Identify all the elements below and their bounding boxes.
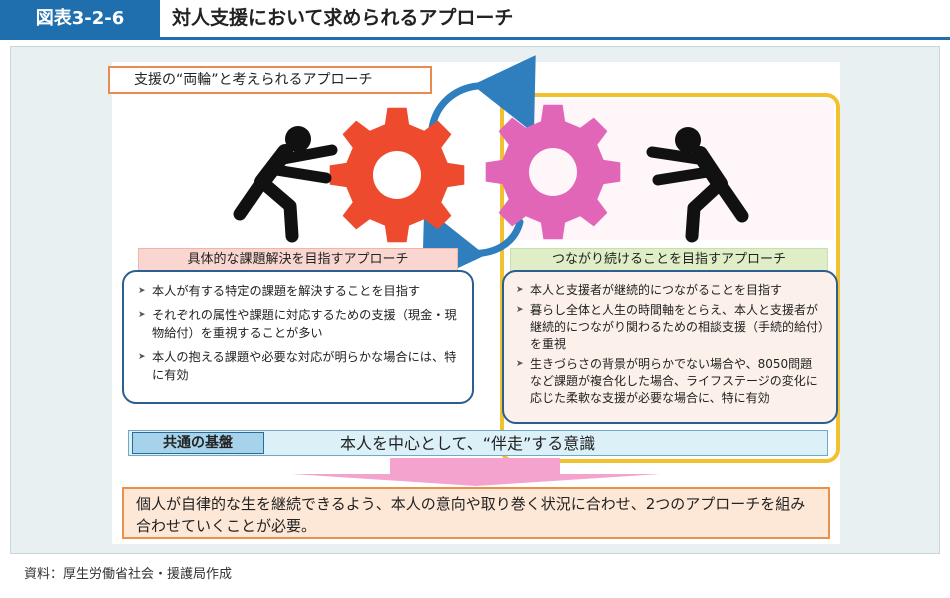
red-gear-icon — [329, 107, 465, 243]
person-pushing-left-icon — [233, 126, 338, 243]
person-pushing-right-icon — [646, 127, 749, 243]
right-approach-label: つながり続けることを目指すアプローチ — [510, 248, 828, 272]
left-approach-item: 本人が有する特定の課題を解決することを目指す — [138, 282, 458, 300]
left-approach-box: 本人が有する特定の課題を解決することを目指す それぞれの属性や課題に対応するため… — [122, 270, 474, 404]
right-approach-item: 暮らし全体と人生の時間軸をとらえ、本人と支援者が継続的につながり関わるための相談… — [516, 302, 824, 353]
left-approach-item: 本人の抱える課題や必要な対応が明らかな場合には、特に有効 — [138, 348, 458, 384]
common-foundation-label: 共通の基盤 — [132, 432, 264, 454]
common-foundation-text: 本人を中心として、“伴走”する意識 — [340, 434, 596, 453]
right-approach-item: 生きづらさの背景が明らかでない場合や、8050問題など課題が複合化した場合、ライ… — [516, 356, 824, 407]
source-note: 資料：厚生労働省社会・援護局作成 — [24, 567, 233, 582]
right-approach-box: 本人と支援者が継続的につながることを目指す 暮らし全体と人生の時間軸をとらえ、本… — [502, 270, 838, 424]
down-arrow-icon — [292, 458, 660, 486]
conclusion-box: 個人が自律的な生を継続できるよう、本人の意向や取り巻く状況に合わせ、2つのアプロ… — [122, 487, 830, 539]
pink-gear-icon — [485, 104, 621, 240]
left-approach-label: 具体的な課題解決を目指すアプローチ — [138, 248, 458, 272]
left-approach-item: それぞれの属性や課題に対応するための支援（現金・現物給付）を重視することが多い — [138, 306, 458, 342]
right-approach-item: 本人と支援者が継続的につながることを目指す — [516, 282, 824, 299]
